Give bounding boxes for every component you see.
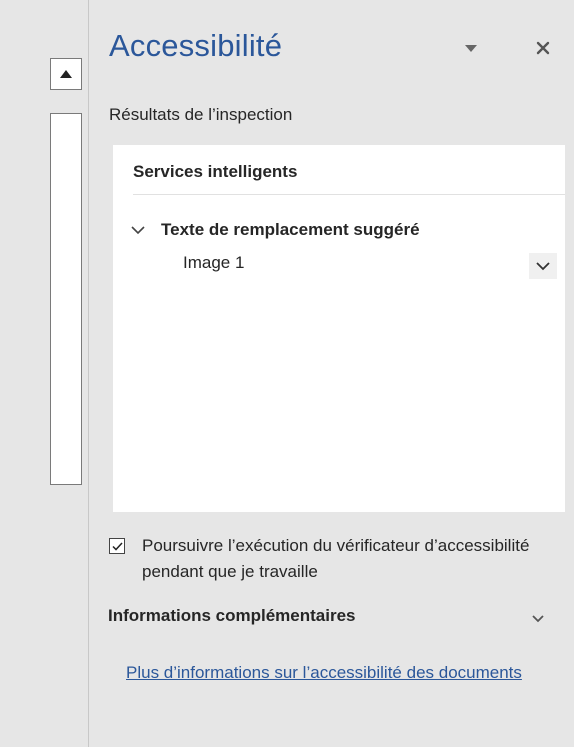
inspection-results-panel: Services intelligents Texte de remplacem… <box>113 145 565 512</box>
close-icon <box>536 41 550 55</box>
triangle-up-icon <box>60 70 72 78</box>
section-header: Services intelligents <box>133 162 298 181</box>
chevron-down-icon <box>532 615 544 623</box>
section-divider <box>133 194 565 195</box>
keep-checking-option[interactable]: Poursuivre l’exécution du vérificateur d… <box>109 535 542 585</box>
item-expand-button[interactable] <box>529 253 557 279</box>
more-info-toggle[interactable] <box>529 612 547 626</box>
checkmark-icon <box>111 541 123 551</box>
scroll-up-button[interactable] <box>50 58 82 90</box>
pane-options-button[interactable] <box>459 38 483 58</box>
list-item[interactable]: Image 1 <box>183 253 244 273</box>
suggested-alt-text-group[interactable]: Texte de remplacement suggéré <box>127 217 420 243</box>
chevron-down-icon[interactable] <box>127 219 149 241</box>
inspection-results-label: Résultats de l’inspection <box>109 105 293 124</box>
caret-down-icon <box>465 44 477 52</box>
group-label: Texte de remplacement suggéré <box>161 220 420 239</box>
chevron-down-icon <box>536 261 550 270</box>
accessibility-help-link[interactable]: Plus d’informations sur l’accessibilité … <box>126 660 546 686</box>
close-button[interactable] <box>529 34 557 62</box>
more-info-header[interactable]: Informations complémentaires <box>108 606 356 626</box>
keep-checking-checkbox[interactable] <box>109 538 125 554</box>
pane-title: Accessibilité <box>109 28 283 63</box>
accessibility-pane: Accessibilité Résultats de l’inspection … <box>89 0 574 747</box>
scroll-thumb[interactable] <box>50 113 82 485</box>
vertical-scrollbar[interactable] <box>0 0 88 747</box>
keep-checking-label: Poursuivre l’exécution du vérificateur d… <box>142 536 530 581</box>
